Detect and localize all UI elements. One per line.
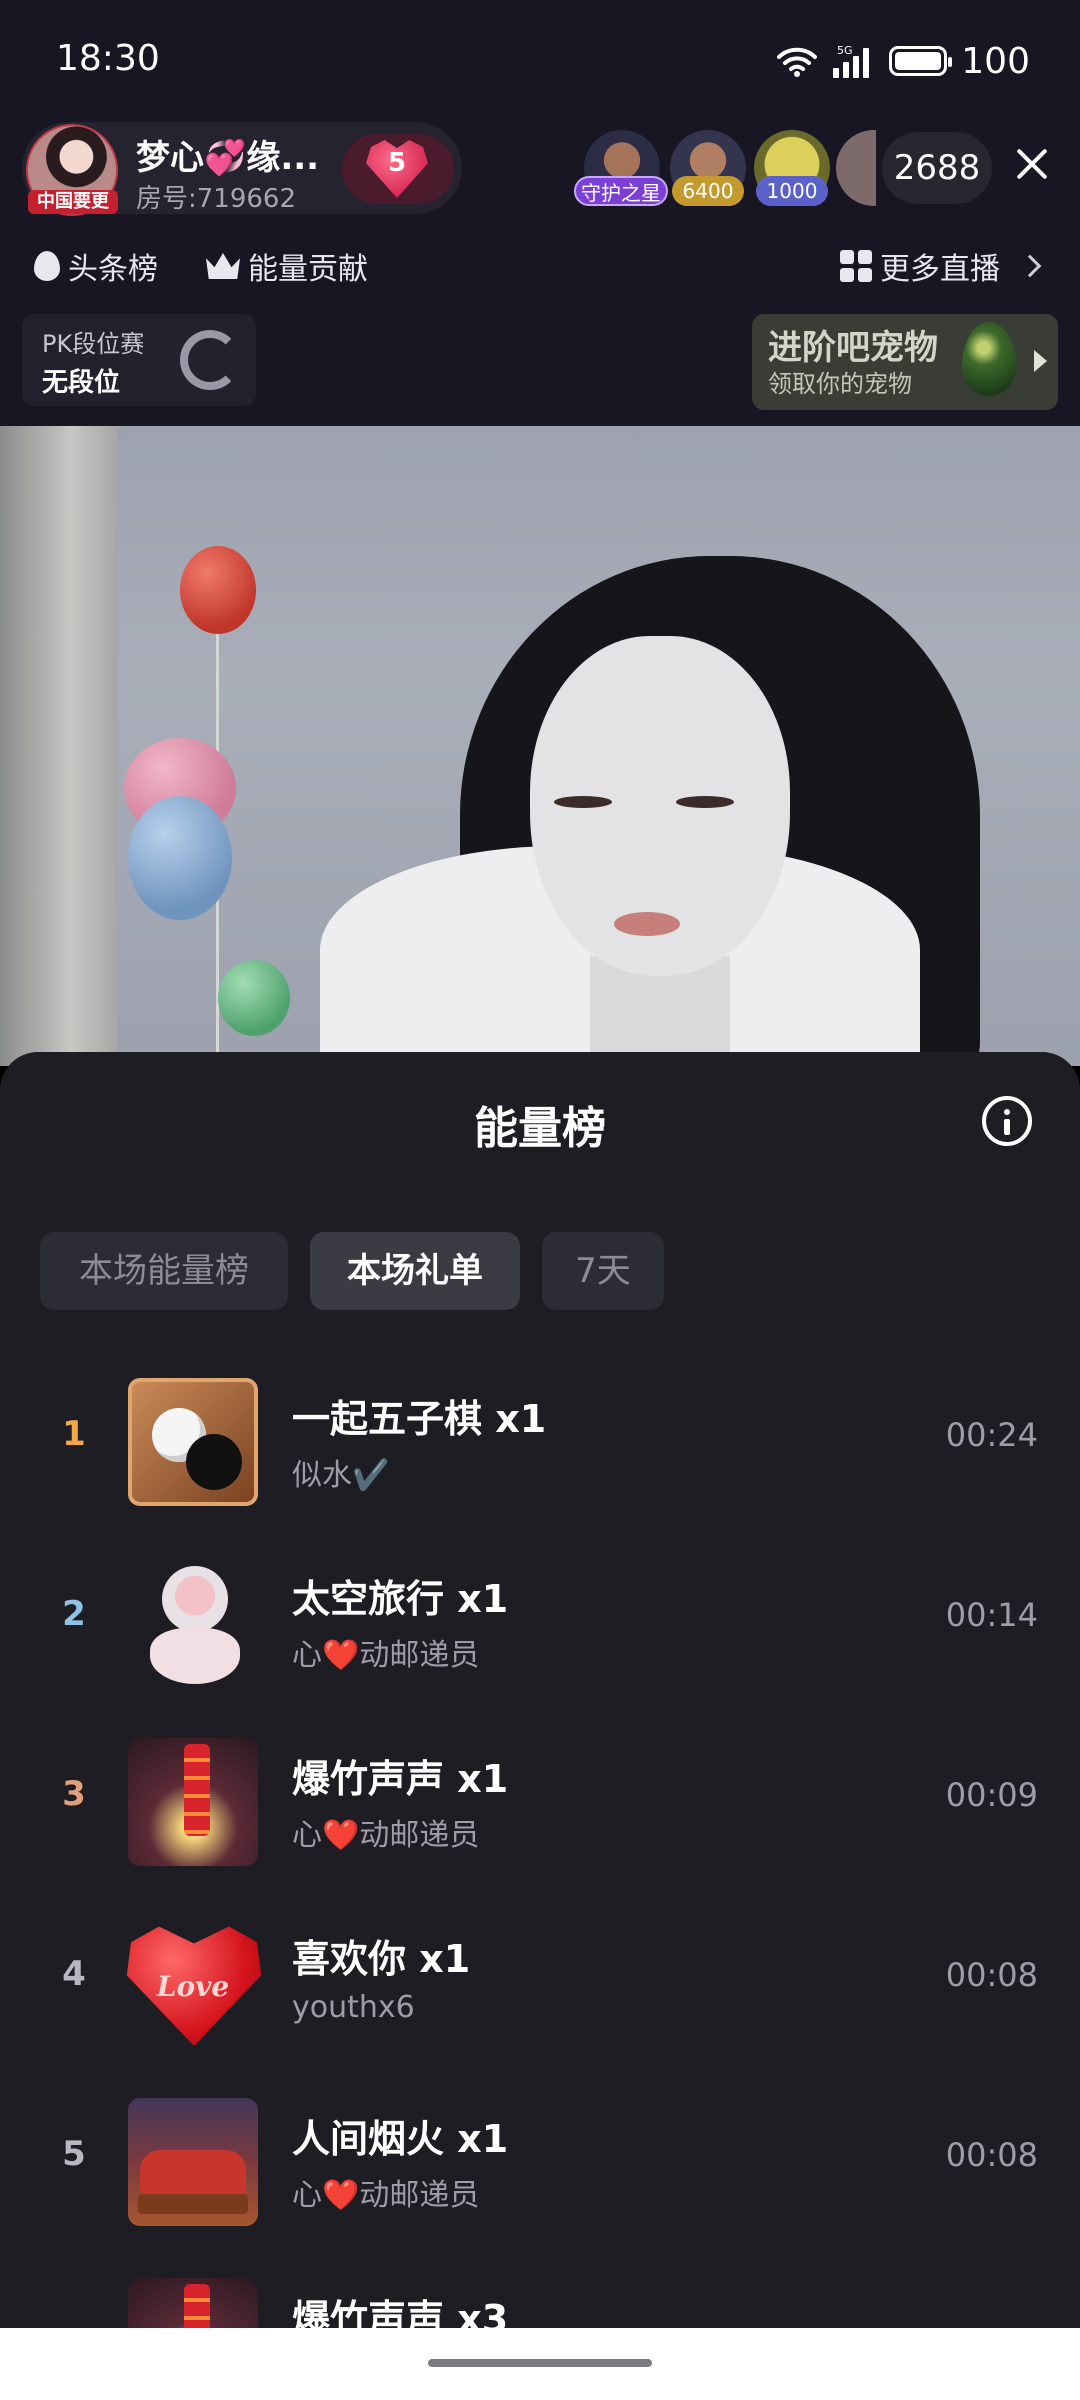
- gift-name: 一起五子棋 x1: [292, 1397, 547, 1441]
- tab-7-days[interactable]: 7天: [542, 1232, 664, 1310]
- flame-drop-icon: [34, 251, 60, 281]
- love-heart-gift-icon: Love: [128, 1918, 258, 2046]
- pet-banner-subtitle: 领取你的宠物: [768, 370, 912, 398]
- gift-time: 00:08: [945, 1956, 1038, 1994]
- tab-session-energy-ranking[interactable]: 本场能量榜: [40, 1232, 288, 1310]
- viewer-badge-score: 1000: [756, 176, 828, 206]
- heart-love-text: Love: [156, 1970, 230, 2003]
- anchor-avatar-badge: 中国要更: [28, 190, 118, 214]
- background-curtain: [0, 426, 118, 1066]
- pet-banner-title: 进阶吧宠物: [768, 328, 938, 368]
- close-icon[interactable]: [1012, 144, 1052, 184]
- cellular-signal-icon: 5G: [833, 44, 870, 78]
- energy-contribution-label: 能量贡献: [248, 252, 368, 287]
- gift-time: 00:08: [945, 2136, 1038, 2174]
- energy-ranking-sheet: 能量榜 本场能量榜 本场礼单 7天 1 一起五子棋 x1 似水✔️ 00:24 …: [0, 1052, 1080, 2400]
- grid-icon: [840, 250, 872, 282]
- viewer-badge-guardian: 守护之星: [574, 176, 668, 206]
- network-type-label: 5G: [837, 44, 853, 57]
- balloon: [180, 546, 256, 634]
- viewer-avatar[interactable]: [836, 130, 876, 206]
- balloon: [128, 796, 232, 920]
- gift-list-row[interactable]: 3 爆竹声声 x1 心❤️动邮递员 00:09: [0, 1712, 1080, 1892]
- status-bar: 18:30 5G 100: [0, 0, 1080, 124]
- status-icons: 5G 100: [777, 36, 1030, 86]
- headline-ranking-label: 头条榜: [68, 252, 158, 287]
- info-icon[interactable]: [982, 1096, 1032, 1146]
- gift-time: 00:09: [945, 1776, 1038, 1814]
- chevron-right-icon: [1018, 254, 1042, 278]
- energy-contribution-button[interactable]: 能量贡献: [206, 238, 368, 294]
- home-indicator[interactable]: [428, 2359, 652, 2367]
- gift-rank: 3: [62, 1774, 86, 1814]
- gift-rank: 5: [62, 2134, 86, 2174]
- sheet-title: 能量榜: [474, 1103, 606, 1154]
- gift-name: 爆竹声声 x1: [292, 1757, 509, 1801]
- firecracker-gift-icon: [128, 1738, 258, 1866]
- follow-level: 5: [387, 148, 407, 178]
- gift-list-row[interactable]: 5 人间烟火 x1 心❤️动邮递员 00:08: [0, 2072, 1080, 2252]
- gift-sender[interactable]: youthx6: [292, 1990, 415, 2025]
- gift-rank: 1: [62, 1414, 86, 1454]
- gift-time: 00:14: [945, 1596, 1038, 1634]
- more-live-label: 更多直播: [880, 252, 1000, 287]
- gift-name: 喜欢你 x1: [292, 1937, 471, 1981]
- streamer-eye: [554, 796, 612, 808]
- gift-sender[interactable]: 心❤️动邮递员: [292, 2170, 479, 2214]
- gift-list-row[interactable]: 2 太空旅行 x1 心❤️动邮递员 00:14: [0, 1532, 1080, 1712]
- gift-time: 00:24: [945, 1416, 1038, 1454]
- play-arrow-icon: [1034, 350, 1047, 372]
- anchor-name[interactable]: 梦心💞缘...: [136, 130, 319, 179]
- gift-rank: 2: [62, 1594, 86, 1634]
- crown-icon: [206, 253, 240, 279]
- balloon: [218, 960, 290, 1036]
- gift-sender[interactable]: 似水✔️: [292, 1450, 389, 1494]
- battery-level: 100: [961, 40, 1030, 82]
- battery-icon: [889, 46, 953, 76]
- live-video[interactable]: [0, 426, 1080, 1066]
- room-id: 房号:719662: [136, 184, 297, 214]
- gift-sender[interactable]: 心❤️动邮递员: [292, 1630, 479, 1674]
- astronaut-gift-icon: [128, 1558, 258, 1686]
- gomoku-gift-icon: [128, 1378, 258, 1506]
- gift-list-row[interactable]: 1 一起五子棋 x1 似水✔️ 00:24: [0, 1352, 1080, 1532]
- gift-sender[interactable]: 心❤️动邮递员: [292, 1810, 479, 1854]
- gift-name: 太空旅行 x1: [292, 1577, 509, 1621]
- more-live-button[interactable]: 更多直播: [840, 238, 1042, 294]
- headline-ranking-button[interactable]: 头条榜: [34, 238, 158, 294]
- streamer-mouth: [614, 912, 680, 936]
- viewer-badge-score: 6400: [672, 176, 744, 206]
- fireworks-gift-icon: [128, 2098, 258, 2226]
- pk-title: PK段位赛: [42, 330, 145, 358]
- streamer-eye: [676, 796, 734, 808]
- gift-name: 人间烟火 x1: [292, 2117, 509, 2161]
- wifi-icon: [777, 47, 818, 77]
- status-time: 18:30: [56, 38, 160, 79]
- pk-logo-icon: [180, 330, 240, 390]
- gift-rank: 4: [62, 1954, 86, 1994]
- gift-list-row[interactable]: 4 Love 喜欢你 x1 youthx6 00:08: [0, 1892, 1080, 2072]
- tab-session-gift-list[interactable]: 本场礼单: [310, 1232, 520, 1310]
- live-room-header: 18:30 5G 100 中国要更 梦心💞缘... 房号:719662 5 守护…: [0, 0, 1080, 426]
- online-count[interactable]: 2688: [882, 132, 992, 204]
- pk-rank: 无段位: [42, 368, 121, 398]
